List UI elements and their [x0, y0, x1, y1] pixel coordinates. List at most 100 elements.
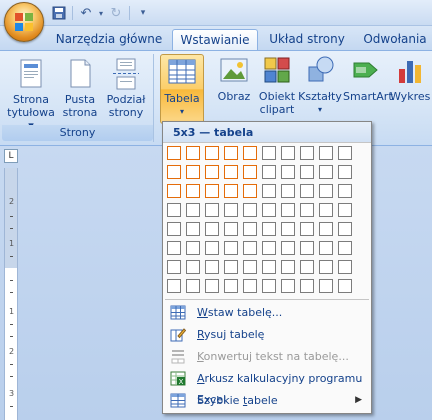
tab-home[interactable]: Narzędzia główne: [54, 29, 164, 50]
grid-cell[interactable]: [186, 222, 200, 236]
grid-cell[interactable]: [319, 260, 333, 274]
grid-cell[interactable]: [186, 279, 200, 293]
page-break-button[interactable]: Podział strony: [104, 58, 148, 119]
grid-cell[interactable]: [338, 203, 352, 217]
grid-cell[interactable]: [243, 184, 257, 198]
grid-cell[interactable]: [300, 203, 314, 217]
grid-cell[interactable]: [319, 241, 333, 255]
grid-cell[interactable]: [281, 203, 295, 217]
grid-cell[interactable]: [224, 184, 238, 198]
grid-cell[interactable]: [224, 260, 238, 274]
grid-cell[interactable]: [167, 279, 181, 293]
undo-icon[interactable]: ↶: [77, 5, 95, 21]
table-button[interactable]: Tabela ▾: [160, 54, 204, 124]
grid-cell[interactable]: [262, 241, 276, 255]
grid-cell[interactable]: [205, 184, 219, 198]
grid-cell[interactable]: [186, 184, 200, 198]
grid-cell[interactable]: [186, 146, 200, 160]
grid-cell[interactable]: [262, 165, 276, 179]
grid-cell[interactable]: [281, 279, 295, 293]
draw-table-item[interactable]: Rysuj tabelę: [164, 324, 370, 345]
grid-cell[interactable]: [319, 146, 333, 160]
grid-cell[interactable]: [167, 222, 181, 236]
grid-cell[interactable]: [186, 260, 200, 274]
grid-cell[interactable]: [338, 260, 352, 274]
grid-cell[interactable]: [167, 241, 181, 255]
grid-cell[interactable]: [224, 146, 238, 160]
customize-qat-icon[interactable]: ▾: [134, 5, 152, 21]
grid-cell[interactable]: [224, 241, 238, 255]
grid-cell[interactable]: [167, 260, 181, 274]
grid-cell[interactable]: [319, 222, 333, 236]
grid-cell[interactable]: [167, 165, 181, 179]
grid-cell[interactable]: [262, 184, 276, 198]
smartart-button[interactable]: SmartArt: [343, 55, 393, 103]
grid-cell[interactable]: [205, 241, 219, 255]
grid-cell[interactable]: [262, 260, 276, 274]
grid-cell[interactable]: [243, 222, 257, 236]
insert-table-item[interactable]: Wstaw tabelę...: [164, 302, 370, 323]
chart-button[interactable]: Wykres: [390, 55, 430, 103]
grid-cell[interactable]: [338, 241, 352, 255]
grid-cell[interactable]: [167, 203, 181, 217]
shapes-button[interactable]: Kształty ▾: [298, 55, 342, 116]
grid-cell[interactable]: [186, 241, 200, 255]
grid-cell[interactable]: [338, 184, 352, 198]
grid-cell[interactable]: [300, 260, 314, 274]
grid-cell[interactable]: [300, 241, 314, 255]
quick-tables-item[interactable]: Szybkie tabele ▶: [164, 390, 370, 411]
chevron-down-icon[interactable]: ▾: [97, 5, 105, 21]
grid-cell[interactable]: [319, 279, 333, 293]
grid-cell[interactable]: [300, 165, 314, 179]
grid-cell[interactable]: [319, 203, 333, 217]
grid-cell[interactable]: [186, 165, 200, 179]
redo-icon[interactable]: ↻: [107, 5, 125, 21]
grid-cell[interactable]: [243, 203, 257, 217]
grid-cell[interactable]: [319, 184, 333, 198]
grid-cell[interactable]: [243, 146, 257, 160]
tab-references[interactable]: Odwołania: [360, 29, 430, 50]
grid-cell[interactable]: [281, 222, 295, 236]
grid-cell[interactable]: [167, 184, 181, 198]
grid-cell[interactable]: [281, 260, 295, 274]
grid-cell[interactable]: [243, 260, 257, 274]
grid-cell[interactable]: [224, 203, 238, 217]
clipart-button[interactable]: Obiekt clipart: [257, 55, 297, 116]
grid-cell[interactable]: [205, 222, 219, 236]
grid-cell[interactable]: [262, 222, 276, 236]
grid-cell[interactable]: [300, 184, 314, 198]
grid-cell[interactable]: [167, 146, 181, 160]
grid-cell[interactable]: [243, 241, 257, 255]
grid-cell[interactable]: [281, 241, 295, 255]
grid-cell[interactable]: [205, 165, 219, 179]
grid-cell[interactable]: [319, 165, 333, 179]
grid-cell[interactable]: [300, 222, 314, 236]
grid-cell[interactable]: [262, 146, 276, 160]
cover-page-button[interactable]: Strona tytułowa ▾: [6, 58, 56, 132]
save-icon[interactable]: [50, 5, 68, 21]
blank-page-button[interactable]: Pusta strona: [60, 58, 100, 119]
office-button[interactable]: [4, 2, 44, 42]
tab-page-layout[interactable]: Układ strony: [262, 29, 352, 50]
tab-selector[interactable]: L: [4, 149, 18, 163]
excel-sheet-item[interactable]: X Arkusz kalkulacyjny programu Excel: [164, 368, 370, 406]
grid-cell[interactable]: [281, 146, 295, 160]
grid-cell[interactable]: [243, 165, 257, 179]
grid-cell[interactable]: [224, 222, 238, 236]
grid-cell[interactable]: [338, 165, 352, 179]
grid-cell[interactable]: [338, 222, 352, 236]
grid-cell[interactable]: [300, 146, 314, 160]
grid-cell[interactable]: [262, 203, 276, 217]
picture-button[interactable]: Obraz: [216, 55, 252, 103]
grid-cell[interactable]: [243, 279, 257, 293]
tab-insert[interactable]: Wstawianie: [172, 29, 258, 50]
grid-cell[interactable]: [338, 146, 352, 160]
grid-cell[interactable]: [224, 165, 238, 179]
grid-cell[interactable]: [205, 146, 219, 160]
grid-cell[interactable]: [205, 260, 219, 274]
grid-cell[interactable]: [338, 279, 352, 293]
grid-cell[interactable]: [262, 279, 276, 293]
grid-cell[interactable]: [281, 184, 295, 198]
grid-cell[interactable]: [205, 203, 219, 217]
grid-cell[interactable]: [300, 279, 314, 293]
